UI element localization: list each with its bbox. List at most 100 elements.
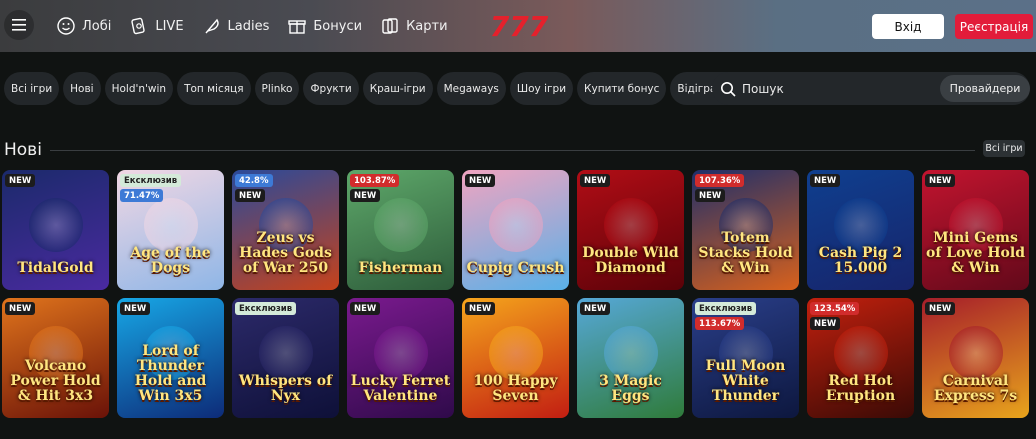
game-card[interactable]: NEW Lucky Ferret Valentine: [347, 298, 454, 418]
filter-chip-top-month[interactable]: Топ місяця: [177, 72, 251, 105]
nav-item-live[interactable]: LIVE: [129, 16, 184, 36]
game-art: [603, 198, 658, 252]
filter-chip-fruits[interactable]: Фрукти: [303, 72, 359, 105]
new-badge: NEW: [695, 189, 726, 202]
rtp-badge: 123.54%: [810, 302, 860, 315]
game-title: Zeus vs Hades Gods of War 250: [239, 230, 332, 276]
hamburger-icon: [12, 19, 26, 31]
search-input[interactable]: Пошук: [742, 82, 784, 96]
game-art: [488, 198, 543, 252]
new-badge: NEW: [5, 302, 36, 315]
game-title: Double Wild Diamond: [582, 245, 679, 276]
new-badge: NEW: [5, 174, 36, 187]
game-art: [258, 326, 313, 380]
game-art: [948, 326, 1003, 380]
register-button[interactable]: Реєстрація: [955, 14, 1033, 39]
game-art: [143, 198, 198, 252]
section-divider: [50, 150, 975, 151]
new-badge: NEW: [350, 302, 381, 315]
game-title: Carnival Express 7s: [933, 373, 1018, 404]
nav-label: Карти: [406, 18, 448, 34]
game-art: [488, 326, 543, 380]
nav-item-ladies[interactable]: Ladies: [202, 16, 269, 36]
game-art: [373, 326, 428, 380]
new-badge: NEW: [235, 189, 266, 202]
game-title: Whispers of Nyx: [238, 373, 333, 404]
game-card[interactable]: NEW Lord of Thunder Hold and Win 3x5: [117, 298, 224, 418]
new-badge: NEW: [810, 174, 841, 187]
see-all-button[interactable]: Всі ігри: [983, 140, 1025, 157]
nav-item-cards[interactable]: Карти: [380, 16, 448, 36]
site-logo[interactable]: 777: [489, 10, 549, 42]
game-card[interactable]: NEW 3 Magic Eggs: [577, 298, 684, 418]
new-badge: NEW: [120, 302, 151, 315]
filter-chip-show-games[interactable]: Шоу ігри: [509, 72, 574, 105]
nav-label: Бонуси: [313, 18, 363, 34]
game-card[interactable]: NEW Cash Pig 2 15.000: [807, 170, 914, 290]
rtp-badge: 113.67%: [695, 317, 745, 330]
new-badge: NEW: [465, 302, 496, 315]
game-card[interactable]: NEW Volcano Power Hold & Hit 3x3: [2, 298, 109, 418]
search-bar[interactable]: Пошук Провайдери: [712, 72, 1030, 105]
game-card[interactable]: 42.8% NEW Zeus vs Hades Gods of War 250: [232, 170, 339, 290]
search-icon: [721, 81, 736, 97]
playing-cards-icon: [382, 18, 398, 34]
game-title: Cupig Crush: [466, 260, 565, 276]
game-card[interactable]: NEW 100 Happy Seven: [462, 298, 569, 418]
game-title: Volcano Power Hold & Hit 3x3: [10, 358, 101, 404]
game-card[interactable]: NEW Double Wild Diamond: [577, 170, 684, 290]
game-title: Lord of Thunder Hold and Win 3x5: [134, 343, 207, 404]
nav-item-lobby[interactable]: Лобі: [56, 16, 111, 36]
category-filters: Всі ігри Нові Hold'n'win Топ місяця Plin…: [4, 72, 763, 105]
game-card[interactable]: NEW Carnival Express 7s: [922, 298, 1029, 418]
exclusive-badge: Ексклюзив: [120, 174, 182, 187]
login-button[interactable]: Вхід: [872, 14, 944, 39]
providers-button[interactable]: Провайдери: [940, 75, 1030, 102]
filter-chip-buy-bonus[interactable]: Купити бонус: [577, 72, 667, 105]
game-art: [833, 198, 888, 252]
game-art: [373, 198, 428, 252]
menu-button[interactable]: [4, 10, 34, 40]
game-card[interactable]: NEW Cupig Crush: [462, 170, 569, 290]
game-card[interactable]: 107.36% NEW Totem Stacks Hold & Win: [692, 170, 799, 290]
game-card[interactable]: Ексклюзив Whispers of Nyx: [232, 298, 339, 418]
game-card[interactable]: NEW Mini Gems of Love Hold & Win: [922, 170, 1029, 290]
new-badge: NEW: [925, 302, 956, 315]
new-badge: NEW: [925, 174, 956, 187]
logo-text: 777: [490, 10, 549, 42]
game-card[interactable]: 103.87% NEW Fisherman: [347, 170, 454, 290]
filter-chip-plinko[interactable]: Plinko: [254, 72, 300, 105]
game-title: 100 Happy Seven: [473, 373, 558, 404]
rtp-badge: 103.87%: [350, 174, 400, 187]
game-title: Red Hot Eruption: [825, 373, 896, 404]
main-nav: Лобі LIVE Ladies Бонуси Карти: [56, 0, 448, 52]
filter-chip-hold-n-win[interactable]: Hold'n'win: [104, 72, 174, 105]
gift-icon: [288, 20, 307, 34]
filter-chip-megaways[interactable]: Megaways: [436, 72, 506, 105]
new-badge: NEW: [465, 174, 496, 187]
exclusive-badge: Ексклюзив: [235, 302, 297, 315]
game-card[interactable]: 123.54% NEW Red Hot Eruption: [807, 298, 914, 418]
filter-chip-new[interactable]: Нові: [63, 72, 101, 105]
game-title: Full Moon White Thunder: [705, 358, 786, 404]
feather-icon: [205, 18, 219, 34]
rtp-badge: 107.36%: [695, 174, 745, 187]
game-title: Cash Pig 2 15.000: [818, 245, 903, 276]
filter-chip-all[interactable]: Всі ігри: [4, 72, 60, 105]
game-title: Fisherman: [358, 260, 443, 276]
game-title: Lucky Ferret Valentine: [350, 373, 451, 404]
game-title: Age of the Dogs: [130, 245, 211, 276]
nav-label: Лобі: [82, 18, 112, 34]
game-card[interactable]: Ексклюзив 113.67% Full Moon White Thunder: [692, 298, 799, 418]
new-badge: NEW: [580, 302, 611, 315]
game-card[interactable]: NEW TidalGold: [2, 170, 109, 290]
new-badge: NEW: [810, 317, 841, 330]
filter-chip-crash[interactable]: Краш-ігри: [362, 72, 433, 105]
section-title: Нові: [4, 140, 42, 160]
nav-item-bonuses[interactable]: Бонуси: [287, 16, 362, 36]
exclusive-badge: Ексклюзив: [695, 302, 757, 315]
cards-icon: [131, 17, 146, 35]
rtp-badge: 71.47%: [120, 189, 164, 202]
game-card[interactable]: Ексклюзив 71.47% Age of the Dogs: [117, 170, 224, 290]
new-badge: NEW: [350, 189, 381, 202]
